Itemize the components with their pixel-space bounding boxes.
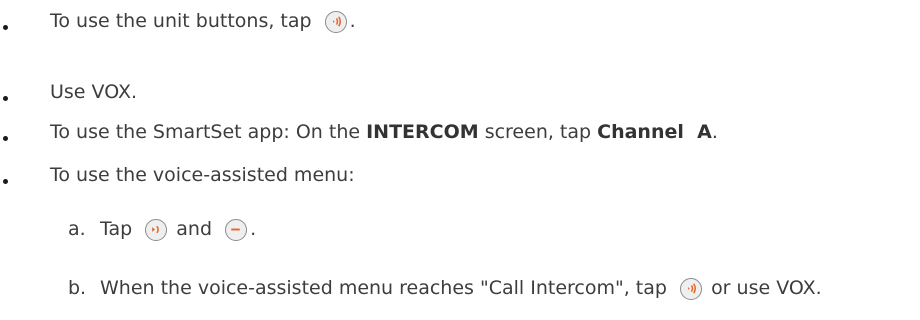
intercom-screen-label: INTERCOM bbox=[366, 121, 479, 143]
item-text: To use the voice-assisted menu: bbox=[50, 164, 355, 186]
item-text-mid: screen, tap bbox=[478, 121, 598, 143]
bullet bbox=[3, 25, 8, 30]
channel-a-label: Channel A bbox=[597, 121, 712, 143]
sub-marker: b. bbox=[68, 277, 87, 299]
item-text-end: . bbox=[349, 10, 356, 32]
intercom-button-icon bbox=[680, 278, 703, 300]
phone-button-icon bbox=[145, 219, 168, 241]
sub-item-text-mid: and bbox=[176, 218, 213, 240]
sub-item-text: Tap bbox=[100, 218, 133, 240]
sub-item-text-end: . bbox=[250, 218, 257, 240]
bullet bbox=[3, 136, 8, 141]
minus-button-icon bbox=[225, 219, 248, 241]
sub-marker: a. bbox=[68, 218, 86, 240]
item-text: To use the unit buttons, tap bbox=[50, 10, 312, 32]
intercom-button-icon bbox=[324, 11, 347, 33]
sub-item-text: When the voice-assisted menu reaches "Ca… bbox=[100, 277, 667, 299]
bullet bbox=[3, 96, 8, 101]
item-text-end: . bbox=[711, 121, 718, 143]
item-text: To use the SmartSet app: On the bbox=[50, 121, 367, 143]
bullet bbox=[3, 179, 8, 184]
item-text: Use VOX. bbox=[50, 81, 137, 103]
sub-item-text-end: or use VOX. bbox=[711, 277, 822, 299]
